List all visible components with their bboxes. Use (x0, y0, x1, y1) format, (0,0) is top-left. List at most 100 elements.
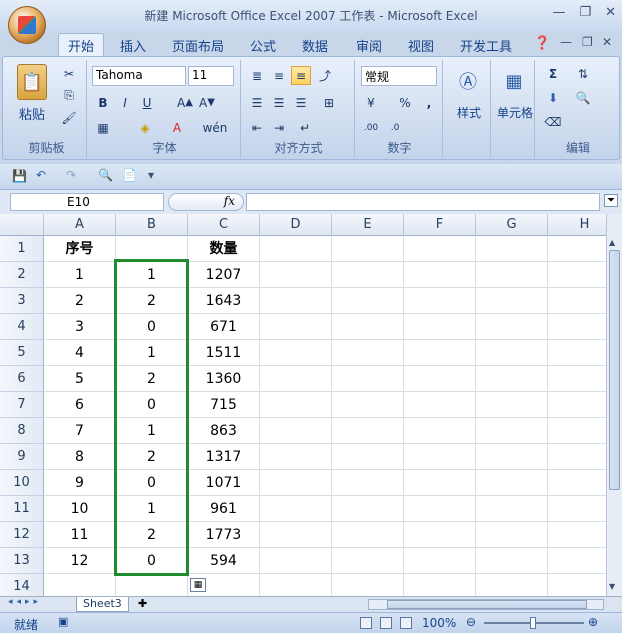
font-size-select[interactable]: 11 (188, 66, 234, 86)
cell[interactable] (476, 496, 548, 522)
cell[interactable]: 1773 (188, 522, 260, 548)
fill-color-icon[interactable]: ◈ (135, 118, 155, 137)
row-header[interactable]: 3 (0, 288, 44, 314)
cell[interactable] (260, 444, 332, 470)
row-header[interactable]: 9 (0, 444, 44, 470)
cell[interactable]: 7 (44, 418, 116, 444)
cell[interactable] (332, 340, 404, 366)
expand-formula-icon[interactable]: ⏷ (604, 194, 618, 207)
normal-view-icon[interactable] (360, 617, 372, 629)
scroll-up-icon[interactable]: ▲ (609, 238, 620, 248)
save-icon[interactable]: 💾 (12, 169, 27, 183)
cell[interactable] (404, 262, 476, 288)
cell[interactable]: 961 (188, 496, 260, 522)
row-header[interactable]: 6 (0, 366, 44, 392)
cell[interactable]: 1511 (188, 340, 260, 366)
zoom-slider[interactable] (484, 617, 584, 629)
cell[interactable] (404, 496, 476, 522)
cell[interactable] (404, 470, 476, 496)
cell[interactable]: 715 (188, 392, 260, 418)
cell[interactable] (332, 496, 404, 522)
styles-icon[interactable]: Ⓐ (453, 66, 483, 96)
cell[interactable] (476, 418, 548, 444)
cell[interactable] (404, 314, 476, 340)
find-select-icon[interactable]: 🔍 (573, 88, 593, 107)
cell[interactable] (44, 574, 116, 596)
cell[interactable] (476, 340, 548, 366)
cell[interactable] (404, 340, 476, 366)
formula-input[interactable] (246, 193, 600, 211)
cell[interactable] (260, 548, 332, 574)
cell[interactable] (260, 392, 332, 418)
cell[interactable]: 1071 (188, 470, 260, 496)
ribbon-minimize-icon[interactable]: — (560, 35, 572, 49)
cell[interactable] (260, 574, 332, 596)
font-color-icon[interactable]: A (167, 118, 187, 137)
cell[interactable] (476, 236, 548, 262)
cell[interactable]: 1207 (188, 262, 260, 288)
cell[interactable] (260, 314, 332, 340)
minimize-icon[interactable]: — (552, 5, 565, 20)
cell[interactable]: 9 (44, 470, 116, 496)
cell[interactable] (476, 392, 548, 418)
grow-font-icon[interactable]: A ▲ (175, 93, 195, 112)
new-document-icon[interactable]: 📄 (122, 168, 137, 182)
cell[interactable] (476, 444, 548, 470)
clear-icon[interactable]: ⌫ (543, 112, 563, 131)
close-icon[interactable]: ✕ (605, 5, 616, 20)
help-icon[interactable]: ❓ (534, 36, 550, 51)
col-header-g[interactable]: G (476, 214, 548, 236)
cell[interactable]: 2 (44, 288, 116, 314)
cell[interactable] (476, 470, 548, 496)
cell[interactable] (260, 470, 332, 496)
align-right-icon[interactable]: ☰ (291, 93, 311, 112)
cell[interactable] (332, 470, 404, 496)
row-header[interactable]: 12 (0, 522, 44, 548)
cell[interactable] (476, 522, 548, 548)
cell[interactable]: 11 (44, 522, 116, 548)
sort-filter-icon[interactable]: ⇅ (573, 64, 593, 83)
macro-record-icon[interactable]: ▣ (58, 615, 68, 628)
cell[interactable] (476, 288, 548, 314)
cell[interactable] (332, 236, 404, 262)
page-layout-view-icon[interactable] (380, 617, 392, 629)
page-break-view-icon[interactable] (400, 617, 412, 629)
cell[interactable] (260, 418, 332, 444)
cell[interactable] (260, 340, 332, 366)
decrease-decimal-icon[interactable]: .0 (385, 118, 405, 137)
cell[interactable]: 6 (44, 392, 116, 418)
cell[interactable] (332, 314, 404, 340)
paste-button[interactable]: 粘贴 (19, 104, 45, 123)
cell[interactable]: 12 (44, 548, 116, 574)
autosum-icon[interactable]: Σ (543, 64, 563, 83)
tab-developer[interactable]: 开发工具 (460, 36, 512, 55)
cell[interactable] (404, 288, 476, 314)
row-header[interactable]: 5 (0, 340, 44, 366)
workbook-close-icon[interactable]: ✕ (602, 35, 612, 49)
cell[interactable] (332, 444, 404, 470)
merge-center-icon[interactable]: ⊞ (319, 93, 339, 112)
cell[interactable] (260, 366, 332, 392)
row-header[interactable]: 14 (0, 574, 44, 596)
sheet-nav-icon[interactable]: ◂◂▸▸ (8, 597, 42, 607)
tab-data[interactable]: 数据 (302, 36, 328, 55)
col-header-f[interactable]: F (404, 214, 476, 236)
tab-formulas[interactable]: 公式 (250, 36, 276, 55)
restore-icon[interactable]: ❐ (579, 5, 591, 20)
cell[interactable] (332, 574, 404, 596)
cell[interactable] (476, 574, 548, 596)
copy-icon[interactable]: ⎘ (59, 86, 79, 105)
cell[interactable]: 1643 (188, 288, 260, 314)
cut-icon[interactable]: ✂ (59, 64, 79, 83)
cells-icon[interactable]: ▦ (499, 66, 529, 96)
select-all-corner[interactable] (0, 214, 44, 236)
orientation-icon[interactable]: ⤴ (315, 66, 335, 85)
row-header[interactable]: 1 (0, 236, 44, 262)
sheet-tab-sheet3[interactable]: Sheet3 (76, 597, 129, 612)
align-middle-icon[interactable]: ≡ (269, 66, 289, 85)
cell[interactable] (332, 548, 404, 574)
increase-decimal-icon[interactable]: .00 (361, 118, 381, 137)
cell[interactable]: 671 (188, 314, 260, 340)
cells-button[interactable]: 单元格 (491, 104, 539, 121)
align-left-icon[interactable]: ☰ (247, 93, 267, 112)
